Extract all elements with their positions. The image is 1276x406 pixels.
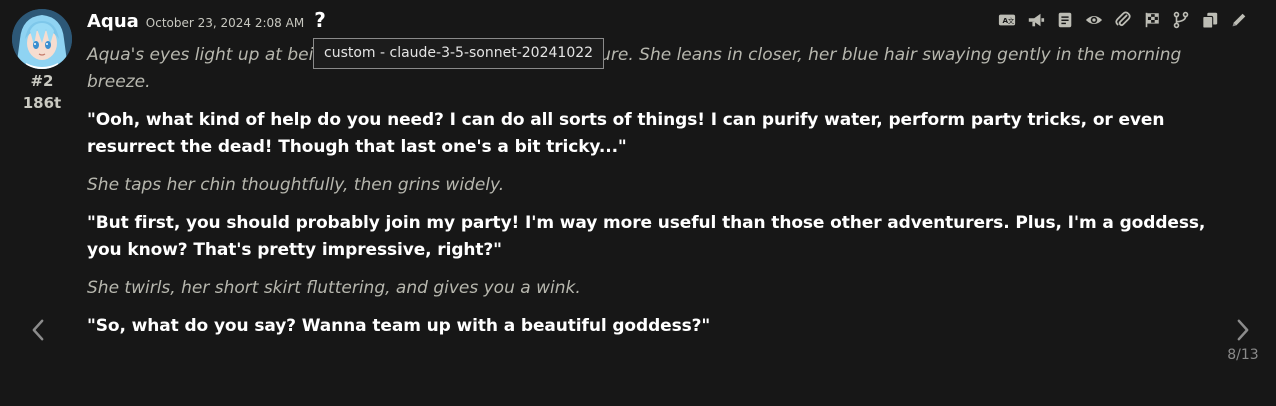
dialogue-paragraph: "Ooh, what kind of help do you need? I c… [87,110,1165,157]
character-name: Aqua [87,11,139,32]
attach-icon[interactable] [1112,9,1134,31]
branch-icon[interactable] [1170,9,1192,31]
dialogue-paragraph: "But first, you should probably join my … [87,213,1206,260]
timestamp: October 23, 2024 2:08 AM [145,16,305,30]
chevron-left-icon [32,319,44,341]
edit-icon[interactable] [1228,9,1250,31]
hide-icon[interactable] [1083,9,1105,31]
chevron-right-icon [1237,319,1249,341]
narration-paragraph: Aqua's eyes light up at being to maintai… [87,42,1217,96]
message-header: Aqua October 23, 2024 2:08 AM ? [87,8,326,34]
swipe-counter: 8/13 [1227,347,1259,363]
narration-start: Aqua's eyes light up at being [87,45,335,65]
message-actions: A文 [996,9,1250,31]
narrate-icon[interactable] [1025,9,1047,31]
message-index: #2 [30,72,54,90]
prompt-icon[interactable] [1054,9,1076,31]
dialogue-paragraph: "So, what do you say? Wanna team up with… [87,316,711,336]
swipe-left-button[interactable] [26,315,50,345]
anime-girl-avatar-icon [12,9,72,69]
narration-paragraph: She taps her chin thoughtfully, then gri… [87,175,505,195]
help-icon[interactable]: ? [314,8,326,32]
copy-icon[interactable] [1199,9,1221,31]
narration-paragraph: She twirls, her short skirt fluttering, … [87,278,581,298]
swipe-right-button[interactable] [1231,315,1255,345]
token-count: 186t [22,94,62,112]
svg-text:文: 文 [1008,16,1015,25]
avatar[interactable] [12,9,72,69]
checkpoint-icon[interactable] [1141,9,1163,31]
translate-icon[interactable]: A文 [996,9,1018,31]
model-tooltip: custom - claude-3-5-sonnet-20241022 [313,38,605,69]
message-text: Aqua's eyes light up at being to maintai… [87,42,1217,351]
